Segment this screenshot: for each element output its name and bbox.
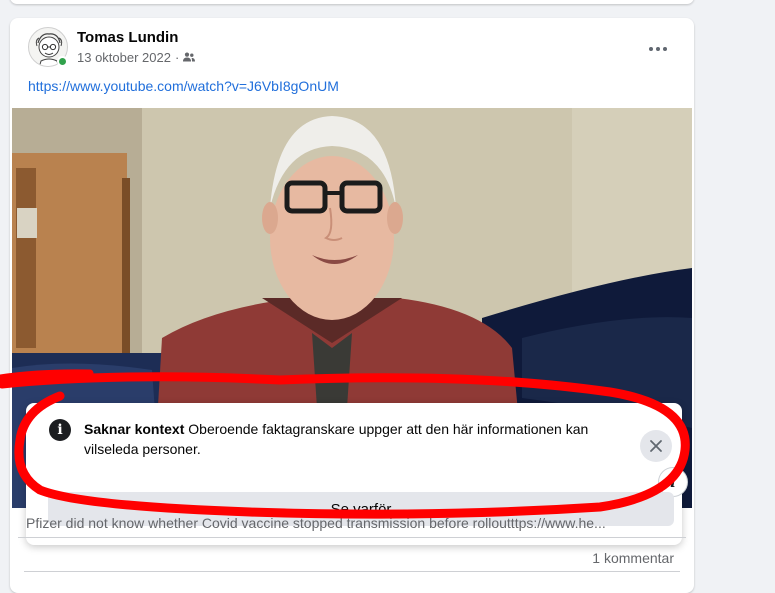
link-preview-caption[interactable]: Pfizer did not know whether Covid vaccin… [26,515,666,531]
online-status-indicator [57,56,68,67]
warning-message: Saknar kontext Oberoende faktagranskare … [84,419,644,459]
post-card: Tomas Lundin 13 oktober 2022 · https://w… [10,18,694,593]
divider [18,537,686,538]
close-icon[interactable] [640,430,672,462]
post-link[interactable]: https://www.youtube.com/watch?v=J6VbI8gO… [28,78,339,94]
more-options-icon[interactable] [640,36,676,62]
warning-title: Saknar kontext [84,421,185,437]
previous-post-card [10,0,694,4]
post-date[interactable]: 13 oktober 2022 [77,50,171,65]
divider [24,571,680,572]
post-author[interactable]: Tomas Lundin [77,29,178,46]
comment-count[interactable]: 1 kommentar [592,550,674,566]
meta-separator: · [174,50,180,65]
post-meta: 13 oktober 2022 · [77,50,196,65]
friends-icon[interactable] [183,50,196,65]
info-icon: i [49,419,71,441]
